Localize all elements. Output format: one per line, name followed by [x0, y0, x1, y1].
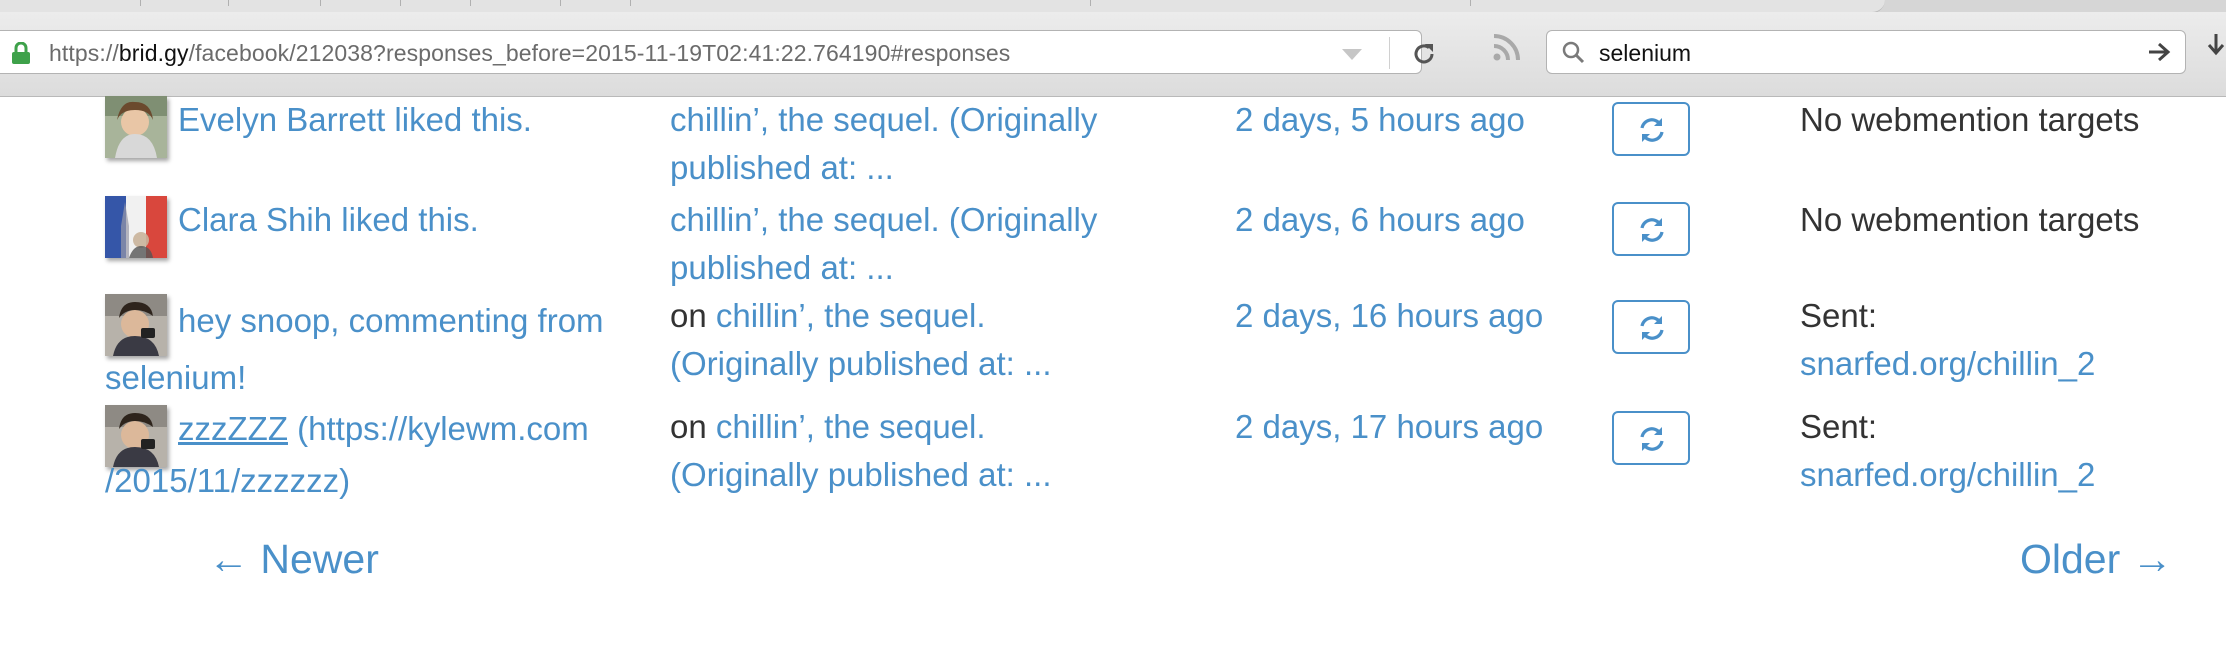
status-link[interactable]: snarfed.org/chillin_2: [1800, 456, 2095, 493]
tab-divider: [630, 0, 631, 6]
response-time-link[interactable]: 2 days, 17 hours ago: [1235, 408, 1543, 445]
response-author: zzzZZZ (https://kylewm.com /2015/11/zzzz…: [105, 403, 595, 507]
response-post: on chillin’, the sequel. (Originally pub…: [670, 403, 1140, 499]
refresh-icon: [1640, 316, 1664, 340]
older-link[interactable]: Older →: [2020, 536, 2173, 583]
response-post-prefix: on: [670, 408, 716, 445]
go-arrow-icon[interactable]: [2147, 41, 2171, 63]
dropdown-arrow-icon[interactable]: [1342, 49, 1362, 60]
responses-list: Evelyn Barrett liked this. chillin’, the…: [0, 96, 2226, 650]
search-bar[interactable]: selenium: [1546, 30, 2186, 74]
rss-icon[interactable]: [1490, 32, 1522, 64]
tab-divider: [400, 0, 401, 6]
tab-divider: [1470, 0, 1471, 6]
status-link[interactable]: snarfed.org/chillin_2: [1800, 345, 2095, 382]
response-post: chillin’, the sequel. (Originally publis…: [670, 196, 1140, 292]
response-status: Sent: snarfed.org/chillin_2: [1800, 292, 2130, 388]
response-time-link[interactable]: 2 days, 5 hours ago: [1235, 101, 1525, 138]
response-post-link[interactable]: chillin’, the sequel. (Originally publis…: [670, 201, 1097, 286]
response-time: 2 days, 16 hours ago: [1235, 292, 1565, 340]
refresh-icon: [1640, 427, 1664, 451]
reload-icon[interactable]: [1411, 41, 1437, 67]
retry-button[interactable]: [1612, 202, 1690, 256]
tab-divider: [320, 0, 321, 6]
url-path: /facebook/212038?responses_before=2015-1…: [188, 40, 1011, 66]
response-author: hey snoop, commenting from selenium!: [105, 292, 625, 406]
search-icon: [1562, 41, 1585, 64]
response-post-link[interactable]: chillin’, the sequel. (Originally publis…: [670, 408, 1052, 493]
response-author: Evelyn Barrett liked this.: [105, 96, 625, 144]
url-text[interactable]: https://brid.gy/facebook/212038?response…: [49, 40, 1010, 67]
response-author-link[interactable]: zzzZZZ: [178, 410, 288, 447]
retry-button[interactable]: [1612, 300, 1690, 354]
response-status: Sent: snarfed.org/chillin_2: [1800, 403, 2130, 499]
retry-button[interactable]: [1612, 102, 1690, 156]
lock-icon: [12, 42, 30, 64]
response-time-link[interactable]: 2 days, 16 hours ago: [1235, 297, 1543, 334]
response-post-link[interactable]: chillin’, the sequel. (Originally publis…: [670, 101, 1097, 186]
response-time-link[interactable]: 2 days, 6 hours ago: [1235, 201, 1525, 238]
tab-divider: [140, 0, 141, 6]
response-time: 2 days, 6 hours ago: [1235, 196, 1565, 244]
response-author-link[interactable]: Evelyn Barrett liked this.: [178, 101, 532, 138]
response-author-link[interactable]: Clara Shih liked this.: [178, 201, 479, 238]
download-icon[interactable]: [2206, 32, 2226, 62]
response-author: Clara Shih liked this.: [105, 196, 625, 244]
response-time: 2 days, 5 hours ago: [1235, 96, 1565, 144]
browser-toolbar: https://brid.gy/facebook/212038?response…: [0, 12, 2226, 97]
response-post: on chillin’, the sequel. (Originally pub…: [670, 292, 1140, 388]
url-separator: [1389, 37, 1390, 69]
response-post: chillin’, the sequel. (Originally publis…: [670, 96, 1140, 192]
retry-button[interactable]: [1612, 411, 1690, 465]
status-label: No webmention targets: [1800, 201, 2140, 238]
status-label: Sent:: [1800, 408, 1878, 445]
response-post-prefix: on: [670, 297, 716, 334]
tab-divider: [1090, 0, 1091, 6]
response-author-link[interactable]: hey snoop, commenting from selenium!: [105, 302, 604, 396]
response-post-link[interactable]: chillin’, the sequel. (Originally publis…: [670, 297, 1052, 382]
tab-divider: [470, 0, 471, 6]
newer-link[interactable]: ← Newer: [208, 536, 379, 583]
tab-divider: [228, 0, 229, 6]
status-label: No webmention targets: [1800, 101, 2140, 138]
refresh-icon: [1640, 118, 1664, 142]
status-label: Sent:: [1800, 297, 1878, 334]
refresh-icon: [1640, 218, 1664, 242]
tab-divider: [560, 0, 561, 6]
search-input[interactable]: selenium: [1599, 40, 1691, 67]
address-bar[interactable]: https://brid.gy/facebook/212038?response…: [0, 30, 1434, 74]
url-prefix: https://: [49, 40, 119, 66]
response-status: No webmention targets: [1800, 196, 2220, 244]
response-time: 2 days, 17 hours ago: [1235, 403, 1565, 451]
response-status: No webmention targets: [1800, 96, 2220, 144]
url-domain: brid.gy: [118, 40, 189, 66]
